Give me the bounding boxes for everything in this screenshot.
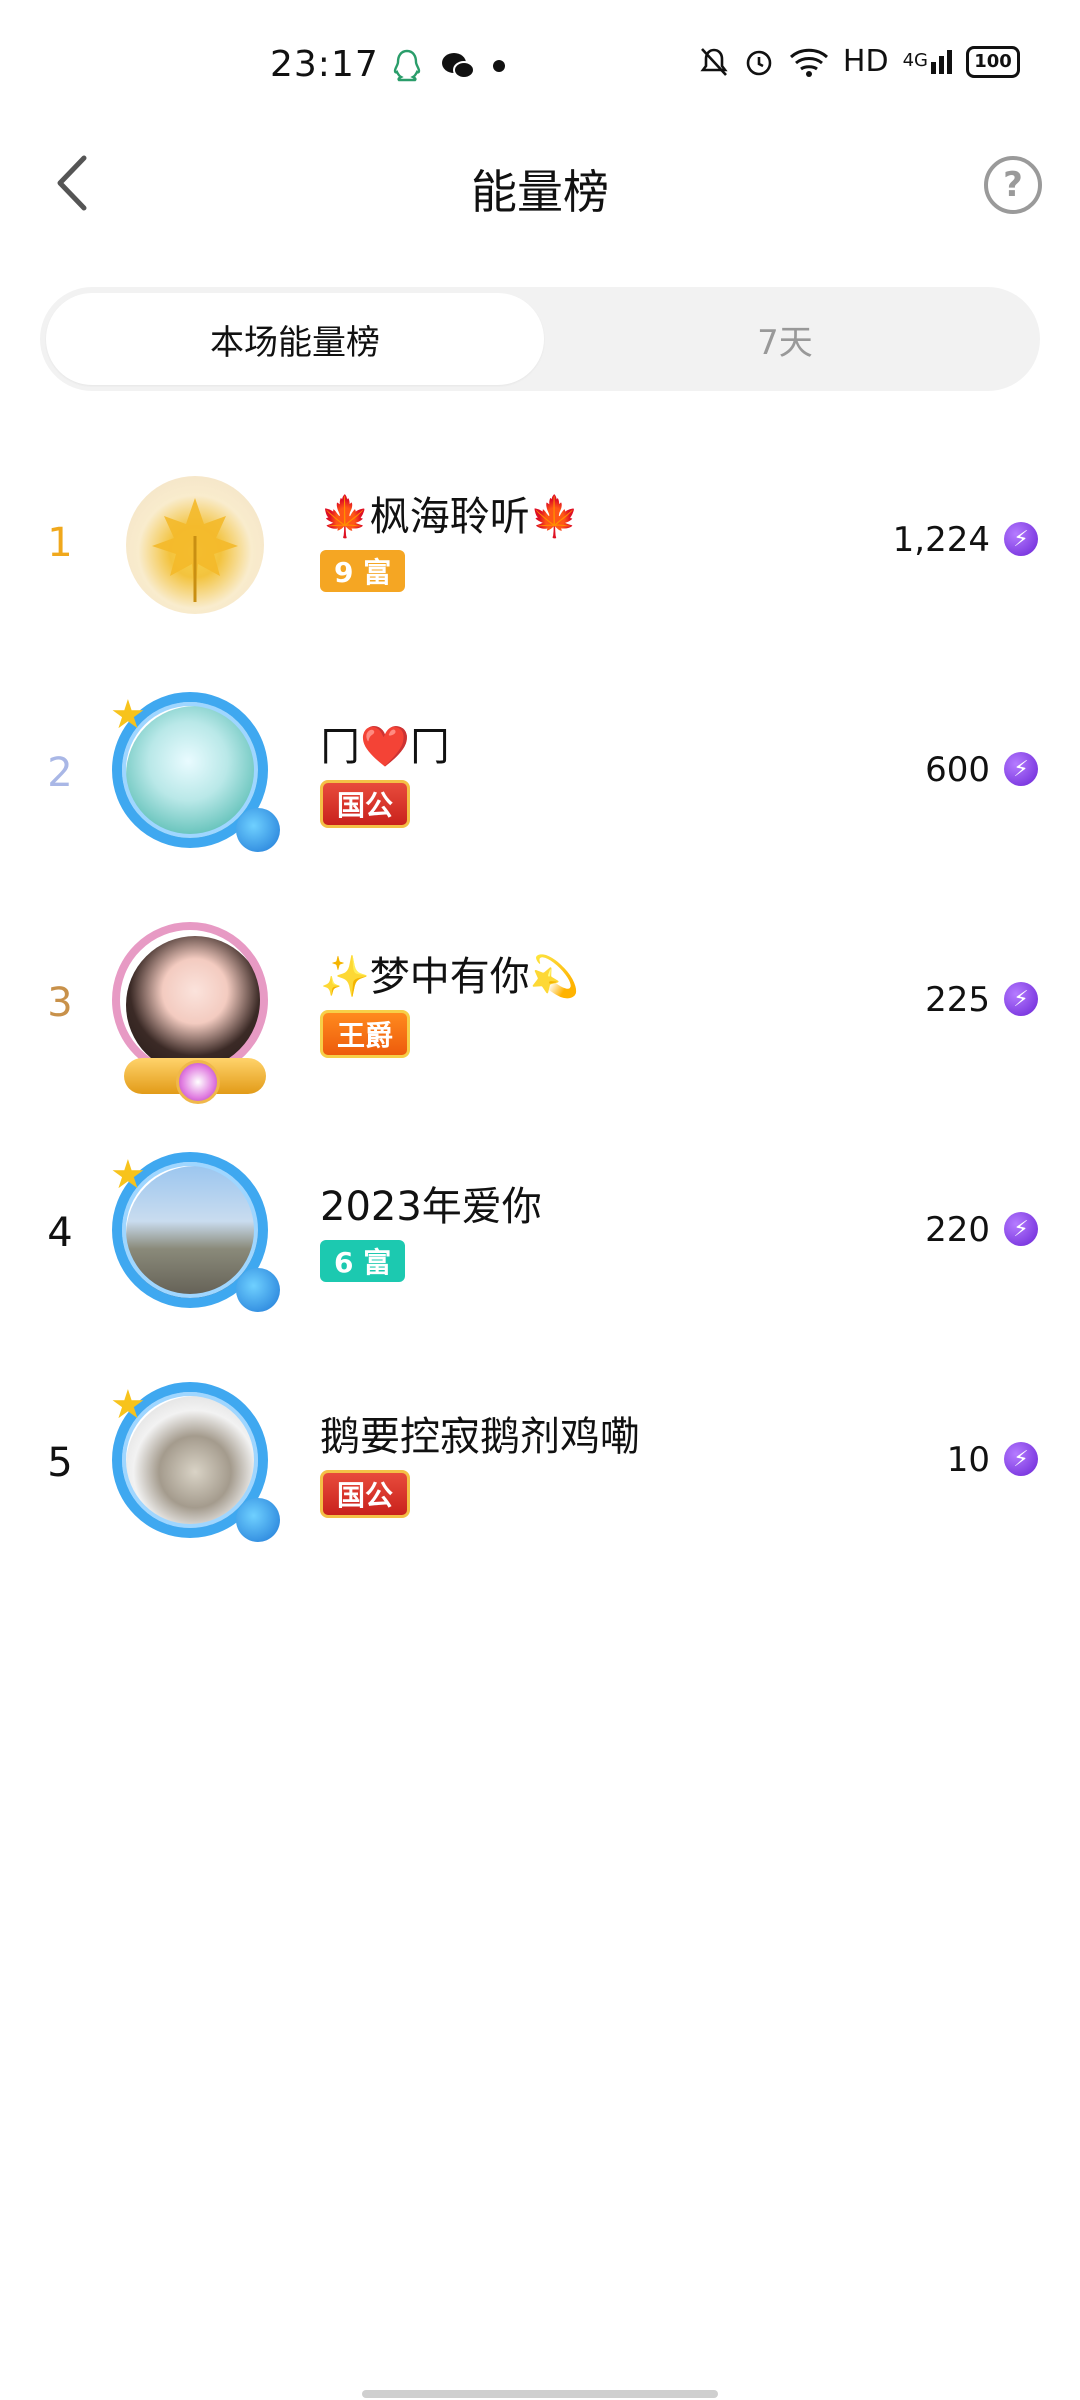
lightning-icon: ⚡ (1004, 752, 1038, 786)
noble-title-badge: 王爵 (320, 1010, 411, 1058)
star-icon: ★ (110, 1382, 146, 1428)
lightning-icon: ⚡ (1004, 1212, 1038, 1246)
leaderboard-list: 1 🍁枫海聆听🍁 9 富 1,224 ⚡ 2 ★ 冂❤️冂 国公 600 ⚡ 3 (0, 460, 1080, 1610)
heart-gem-icon (176, 1060, 220, 1104)
signal-icon: 4G (902, 49, 952, 74)
energy-score: 10 (946, 1440, 990, 1480)
energy-score: 600 (925, 750, 990, 790)
qq-icon (393, 49, 421, 82)
maple-leaf-image (152, 498, 238, 602)
user-name: ✨梦中有你💫 (320, 954, 580, 1000)
lightning-icon: ⚡ (1004, 1442, 1038, 1476)
home-indicator[interactable] (362, 2390, 718, 2398)
star-icon: ★ (110, 692, 146, 738)
noble-title-badge: 国公 (320, 1470, 411, 1518)
planet-icon (236, 1498, 280, 1542)
energy-score: 225 (925, 980, 990, 1020)
ranking-tabs: 本场能量榜 7天 (40, 287, 1040, 391)
avatar-frame (112, 922, 268, 1078)
network-type: HD (842, 44, 889, 79)
page-title: 能量榜 (471, 165, 609, 219)
rank-number: 2 (47, 750, 73, 796)
battery-level: 100 (974, 51, 1012, 72)
avatar[interactable] (110, 460, 280, 630)
rank-number: 5 (47, 1440, 73, 1486)
noble-title-badge: 国公 (320, 780, 411, 828)
mute-bell-icon (700, 47, 728, 76)
user-name: 冂❤️冂 (320, 724, 450, 770)
top-bar: 能量榜 ? (0, 130, 1080, 240)
avatar[interactable]: ★ (110, 1150, 280, 1320)
star-icon: ★ (110, 1152, 146, 1198)
rank-number: 3 (47, 980, 73, 1026)
rank-number: 1 (47, 520, 73, 566)
leaderboard-row[interactable]: 3 ✨梦中有你💫 王爵 225 ⚡ (0, 920, 1080, 1150)
avatar[interactable]: ★ (110, 690, 280, 860)
help-icon[interactable]: ? (984, 156, 1042, 214)
planet-icon (236, 1268, 280, 1312)
leaderboard-row[interactable]: 1 🍁枫海聆听🍁 9 富 1,224 ⚡ (0, 460, 1080, 690)
wealth-level-badge: 9 富 (320, 550, 406, 592)
signal-label: 4G (902, 49, 928, 71)
wealth-level-badge: 6 富 (320, 1240, 406, 1282)
wifi-icon (789, 48, 828, 77)
battery-icon: 100 (966, 45, 1020, 78)
leaderboard-row[interactable]: 5 ★ 鹅要控寂鹅剂鸡嘞 国公 10 ⚡ (0, 1380, 1080, 1610)
notification-icons (390, 48, 506, 84)
lightning-icon: ⚡ (1004, 522, 1038, 556)
leaderboard-row[interactable]: 2 ★ 冂❤️冂 国公 600 ⚡ (0, 690, 1080, 920)
dot-icon (493, 60, 505, 72)
tab-current-session[interactable]: 本场能量榜 (46, 293, 544, 385)
tab-7-days[interactable]: 7天 (536, 293, 1034, 385)
avatar[interactable]: ★ (110, 1380, 280, 1550)
status-time: 23:17 (270, 44, 379, 85)
alarm-icon (746, 50, 772, 75)
avatar[interactable] (110, 920, 280, 1104)
leaderboard-row[interactable]: 4 ★ 2023年爱你 6 富 220 ⚡ (0, 1150, 1080, 1380)
planet-icon (236, 808, 280, 852)
wechat-icon (442, 53, 475, 79)
rank-number: 4 (47, 1210, 73, 1256)
energy-score: 1,224 (892, 520, 990, 560)
energy-score: 220 (925, 1210, 990, 1250)
user-name: 2023年爱你 (320, 1184, 542, 1230)
user-name: 鹅要控寂鹅剂鸡嘞 (320, 1414, 640, 1460)
system-icons: HD 4G 100 (699, 44, 1020, 79)
user-name: 🍁枫海聆听🍁 (320, 494, 580, 540)
status-bar: 23:17 HD 4G 100 (0, 0, 1080, 130)
lightning-icon: ⚡ (1004, 982, 1038, 1016)
